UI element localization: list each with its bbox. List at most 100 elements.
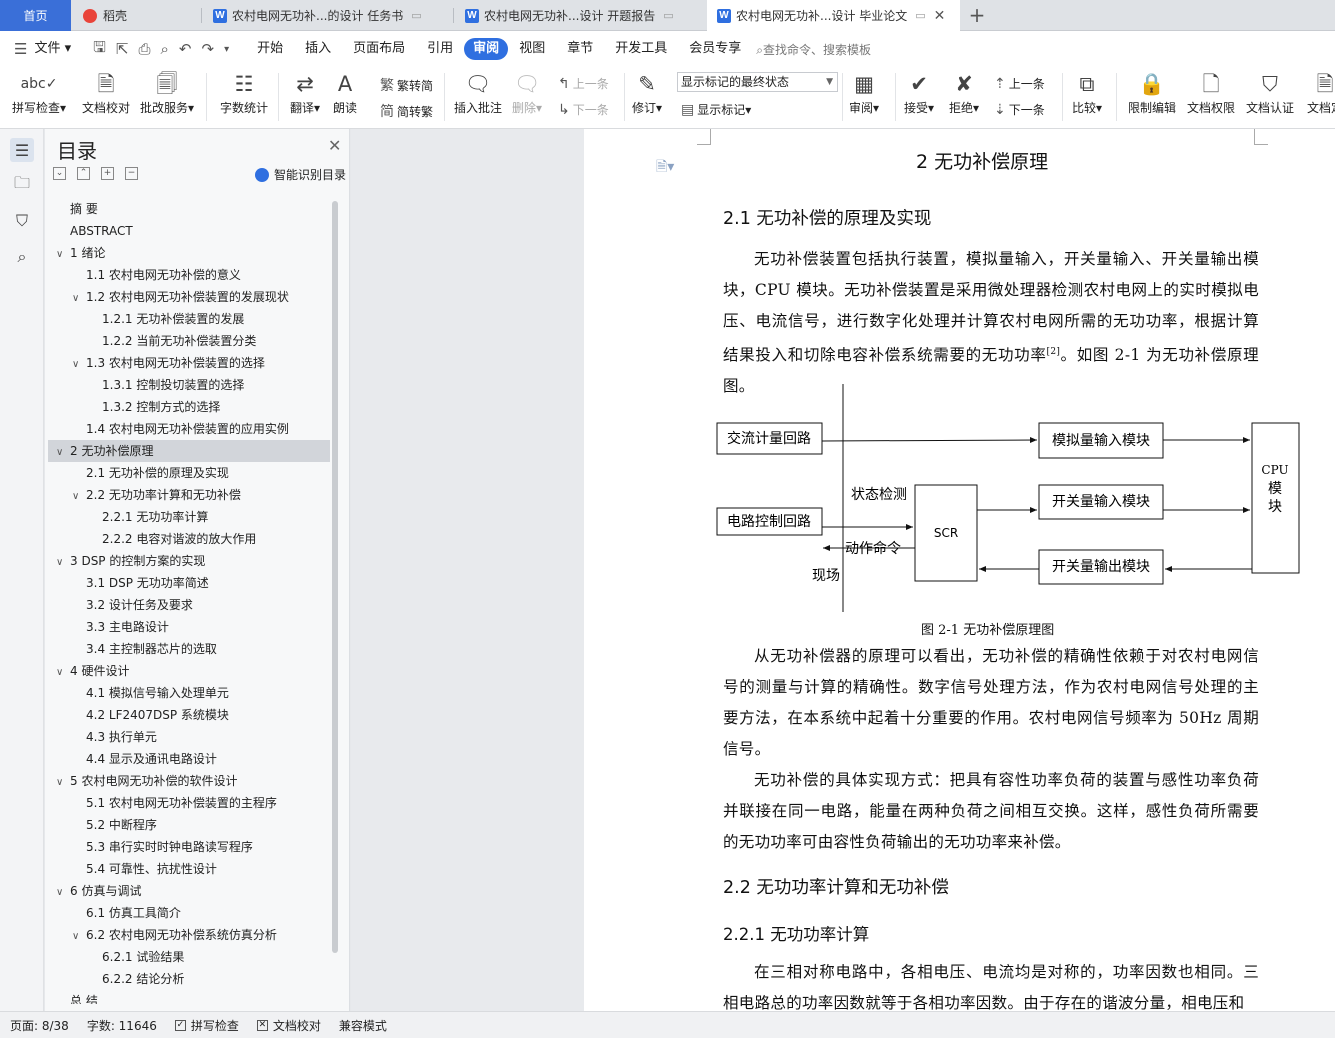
toc-item[interactable]: 1.3.2 控制方式的选择	[48, 396, 330, 418]
remove-level-icon[interactable]: −	[125, 167, 138, 180]
toc-item[interactable]: ∨ 6 仿真与调试	[48, 880, 330, 902]
menu-reference[interactable]: 引用	[416, 38, 464, 60]
toc-item[interactable]: 4.4 显示及通讯电路设计	[48, 748, 330, 770]
menu-insert[interactable]: 插入	[294, 38, 342, 60]
toc-item[interactable]: 1.3.1 控制投切装置的选择	[48, 374, 330, 396]
citation-ref[interactable]: [2]	[1047, 347, 1061, 357]
accept-button[interactable]: ✔ 接受▾	[904, 69, 934, 116]
markup-select[interactable]: 显示标记的最终状态 ▼	[677, 72, 838, 92]
spell-check-status[interactable]: ✓ 拼写检查	[174, 1017, 239, 1034]
print-preview-icon[interactable]: ⌕	[156, 40, 174, 58]
menu-file[interactable]: 文件 ▾	[32, 38, 82, 60]
toc-item[interactable]: 3.4 主控制器芯片的选取	[48, 638, 330, 660]
doc-proof-status[interactable]: ✕ 文档校对	[256, 1017, 321, 1034]
doc-final-button[interactable]: 🗎 文档定	[1307, 69, 1335, 116]
tab-home[interactable]: 首页	[0, 0, 71, 31]
toc-item[interactable]: ∨ 1 绪论	[48, 242, 330, 264]
undo-icon[interactable]: ↶	[174, 40, 197, 58]
doc-proof-button[interactable]: 🗎 文档校对	[82, 69, 130, 116]
collapse-all-icon[interactable]: ⌄	[53, 167, 66, 180]
show-markup-button[interactable]: ▤ 显示标记 ▾	[681, 101, 751, 118]
doc-cert-button[interactable]: ⛉ 文档认证	[1246, 69, 1294, 116]
toc-item[interactable]: 4.1 模拟信号输入处理单元	[48, 682, 330, 704]
toc-item[interactable]: 1.1 农村电网无功补偿的意义	[48, 264, 330, 286]
toc-item[interactable]: 2.1 无功补偿的原理及实现	[48, 462, 330, 484]
toc-item[interactable]: ABSTRACT	[48, 220, 330, 242]
screen-icon[interactable]: ▭	[663, 9, 673, 22]
customize-icon[interactable]: ▾	[219, 44, 234, 55]
close-icon[interactable]: ✕	[328, 136, 341, 155]
chevron-down-icon[interactable]: ∨	[56, 244, 70, 266]
chevron-down-icon[interactable]: ∨	[56, 442, 70, 464]
menu-page-layout[interactable]: 页面布局	[342, 38, 416, 60]
toc-panel-icon[interactable]: ☰	[10, 138, 34, 162]
chevron-down-icon[interactable]: ∨	[56, 662, 70, 684]
chevron-down-icon[interactable]: ∨	[72, 354, 86, 376]
toc-item[interactable]: 5.1 农村电网无功补偿装置的主程序	[48, 792, 330, 814]
print-icon[interactable]: ⎙	[134, 40, 156, 58]
toc-item[interactable]: 6.1 仿真工具简介	[48, 902, 330, 924]
toc-item[interactable]: 3.1 DSP 无功功率简述	[48, 572, 330, 594]
toc-item[interactable]: 6.2.2 结论分析	[48, 968, 330, 990]
toc-item[interactable]: 2.2.1 无功功率计算	[48, 506, 330, 528]
prev-comment-button[interactable]: ↰ 上一条	[558, 75, 609, 92]
toc-item[interactable]: 3.3 主电路设计	[48, 616, 330, 638]
toc-item[interactable]: ∨ 5 农村电网无功补偿的软件设计	[48, 770, 330, 792]
toc-item[interactable]: 摘 要	[48, 198, 330, 220]
expand-all-icon[interactable]: ⌃	[77, 167, 90, 180]
toc-item[interactable]: 3.2 设计任务及要求	[48, 594, 330, 616]
toc-item[interactable]: 2.2.2 电容对谐波的放大作用	[48, 528, 330, 550]
menu-member[interactable]: 会员专享	[678, 38, 752, 60]
toc-item[interactable]: 4.2 LF2407DSP 系统模块	[48, 704, 330, 726]
screen-icon[interactable]: ▭	[411, 9, 421, 22]
reject-button[interactable]: ✘ 拒绝▾	[949, 69, 979, 116]
toc-scrollbar[interactable]	[332, 201, 338, 953]
page-indicator[interactable]: 页面: 8/38	[10, 1017, 69, 1034]
toc-item[interactable]: ∨ 4 硬件设计	[48, 660, 330, 682]
chevron-down-icon[interactable]: ∨	[56, 552, 70, 574]
save-icon[interactable]: 🖫	[88, 37, 111, 62]
bookmark-icon[interactable]: ⛉	[10, 209, 34, 233]
toc-item[interactable]: 5.3 串行实时时钟电路读写程序	[48, 836, 330, 858]
compare-button[interactable]: ⧉ 比较▾	[1072, 69, 1102, 116]
menu-chapter[interactable]: 章节	[556, 38, 604, 60]
word-count-button[interactable]: ☷ 字数统计	[220, 69, 268, 116]
toc-item[interactable]: 1.2.1 无功补偿装置的发展	[48, 308, 330, 330]
menu-review[interactable]: 审阅	[464, 38, 509, 60]
smart-toc-button[interactable]: 智能识别目录	[255, 166, 346, 183]
chevron-down-icon[interactable]: ∨	[72, 486, 86, 508]
review-pane-button[interactable]: ▦ 审阅▾	[849, 69, 879, 116]
chevron-down-icon[interactable]: ∨	[72, 288, 86, 310]
toc-item[interactable]: 1.4 农村电网无功补偿装置的应用实例	[48, 418, 330, 440]
new-tab-button[interactable]: +	[966, 2, 988, 28]
add-level-icon[interactable]: +	[101, 167, 114, 180]
hamburger-icon[interactable]: ☰	[9, 40, 32, 58]
toc-item[interactable]: ∨ 3 DSP 的控制方案的实现	[48, 550, 330, 572]
toc-item[interactable]: ∨ 1.2 农村电网无功补偿装置的发展现状	[48, 286, 330, 308]
close-icon[interactable]: ✕	[934, 8, 946, 24]
insert-comment-button[interactable]: 🗨 插入批注	[454, 69, 502, 116]
toc-item[interactable]: ∨ 1.3 农村电网无功补偿装置的选择	[48, 352, 330, 374]
restrict-edit-button[interactable]: 🔒 限制编辑	[1128, 69, 1176, 116]
redo-icon[interactable]: ↷	[197, 40, 220, 58]
menu-developer[interactable]: 开发工具	[604, 38, 678, 60]
toc-item[interactable]: 5.2 中断程序	[48, 814, 330, 836]
toc-item[interactable]: 1.2.2 当前无功补偿装置分类	[48, 330, 330, 352]
prev-change-button[interactable]: ⇡ 上一条	[994, 75, 1045, 92]
translate-button[interactable]: ⇄ 翻译▾	[290, 69, 320, 116]
toc-item[interactable]: ∨ 2 无功补偿原理	[48, 440, 330, 462]
tab-daoke[interactable]: 稻壳	[73, 0, 198, 31]
trad-simp-button[interactable]: 繁繁转简	[380, 75, 433, 95]
chevron-down-icon[interactable]: ∨	[56, 882, 70, 904]
screen-icon[interactable]: ▭	[915, 9, 925, 22]
toc-item[interactable]: ∨ 6.2 农村电网无功补偿系统仿真分析	[48, 924, 330, 946]
read-aloud-button[interactable]: A 朗读	[333, 69, 357, 116]
toc-item[interactable]: ∨ 2.2 无功功率计算和无功补偿	[48, 484, 330, 506]
menu-view[interactable]: 视图	[508, 38, 556, 60]
export-icon[interactable]: ⇱	[111, 40, 134, 58]
toc-item[interactable]: 5.4 可靠性、抗扰性设计	[48, 858, 330, 880]
next-comment-button[interactable]: ↳ 下一条	[558, 101, 609, 118]
tab-proposal[interactable]: W 农村电网无功补...设计 开题报告 ▭	[455, 0, 705, 31]
tab-thesis[interactable]: W 农村电网无功补...设计 毕业论文 ▭ ✕	[707, 0, 960, 31]
delete-comment-button[interactable]: 🗨 删除▾	[512, 69, 542, 116]
